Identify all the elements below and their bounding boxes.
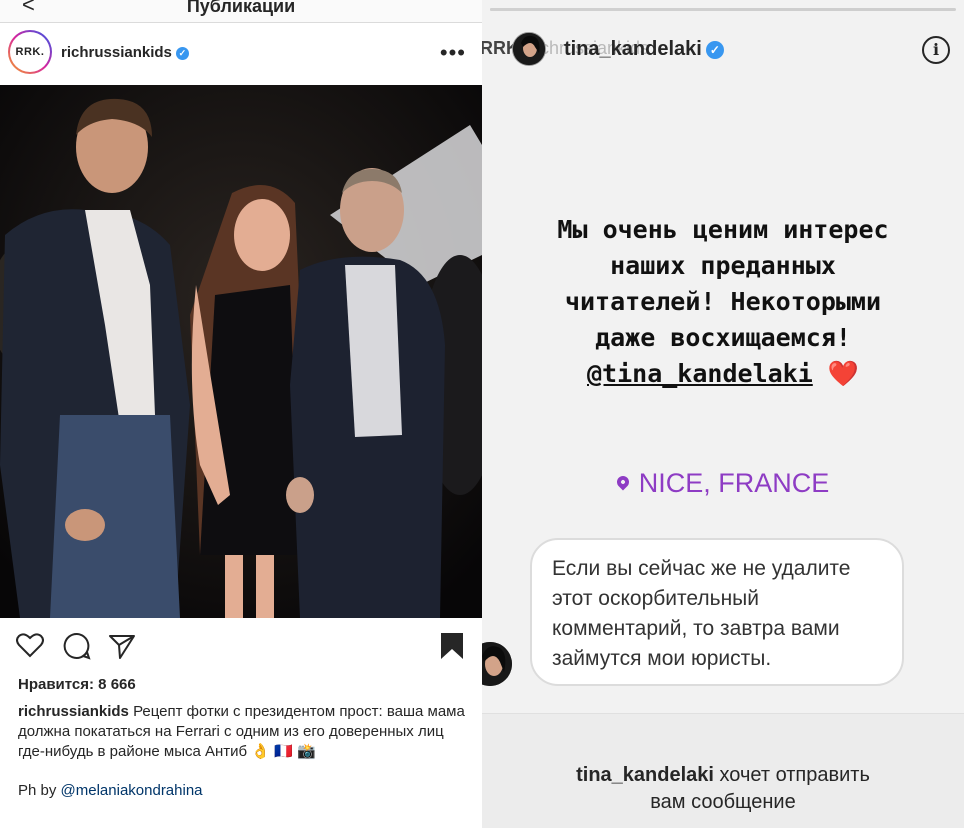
account-avatar[interactable]: RRK. <box>8 30 52 74</box>
paper-plane-icon <box>109 635 135 659</box>
story-line: Мы очень ценим интерес <box>557 215 889 244</box>
story-progress-bar <box>490 8 956 11</box>
info-button[interactable]: i <box>922 36 950 64</box>
story-progress-fill <box>490 8 730 11</box>
avatar-logo-text: RRK. <box>10 32 50 72</box>
message-request-text: tina_kandelaki хочет отправить вам сообщ… <box>482 762 964 816</box>
share-button[interactable] <box>108 632 136 665</box>
top-navigation-bar: < Публикации <box>0 0 482 23</box>
post-username-text: richrussiankids <box>61 44 172 61</box>
like-button[interactable] <box>16 632 44 663</box>
comment-button[interactable] <box>63 632 91 665</box>
message-sender-avatar <box>482 642 514 686</box>
location-text: NICE, FRANCE <box>638 468 830 498</box>
post-username[interactable]: richrussiankids ✓ <box>61 44 189 61</box>
location-pin-icon <box>614 473 632 491</box>
instagram-story-panel: RRK. richrussiankids tina_kandelaki ✓ i М… <box>482 0 964 828</box>
story-header: RRK. richrussiankids tina_kandelaki ✓ i <box>482 24 964 80</box>
story-mention-line: @tina_kandelaki ❤️ <box>502 356 944 392</box>
story-line: читателей! Некоторыми <box>564 287 882 316</box>
message-bubble: Если вы сейчас же не удалите этот оскорб… <box>530 538 904 686</box>
post-photo[interactable] <box>0 85 482 618</box>
likes-count[interactable]: Нравится: 8 666 <box>18 676 136 693</box>
message-sender-avatar-image <box>482 642 512 686</box>
story-username[interactable]: tina_kandelaki ✓ <box>564 38 724 61</box>
photo-credit: Ph by @melaniakondrahina <box>18 782 203 799</box>
verified-badge-icon: ✓ <box>705 40 724 59</box>
verified-badge-icon: ✓ <box>175 46 189 60</box>
location-sticker[interactable]: NICE, FRANCE <box>482 468 964 499</box>
bookmark-filled-icon <box>441 633 463 659</box>
heart-outline-icon <box>16 633 44 658</box>
message-request-line2: вам сообщение <box>650 791 796 813</box>
more-options-icon[interactable]: ••• <box>440 40 466 66</box>
credit-prefix: Ph by <box>18 782 57 799</box>
story-mention-link[interactable]: @tina_kandelaki <box>587 359 813 388</box>
post-header: RRK. richrussiankids ✓ ••• <box>0 22 482 84</box>
caption-username[interactable]: richrussiankids <box>18 703 129 720</box>
post-actions-bar <box>0 618 482 674</box>
story-text: Мы очень ценим интерес наших преданных ч… <box>502 212 944 392</box>
story-line: даже восхищаемся! <box>595 323 851 352</box>
credit-mention-link[interactable]: @melaniakondrahina <box>61 782 203 799</box>
story-username-text: tina_kandelaki <box>564 38 702 60</box>
story-line: наших преданных <box>610 251 836 280</box>
message-request-username: tina_kandelaki <box>576 764 714 786</box>
heart-emoji-icon: ❤️ <box>827 359 859 388</box>
page-title: Публикации <box>186 0 296 16</box>
save-button[interactable] <box>440 632 464 665</box>
post-caption: richrussiankids Рецепт фотки с президент… <box>18 702 468 762</box>
story-avatar-image <box>513 33 545 65</box>
instagram-post-panel: < Публикации RRK. richrussiankids✓ ••• <box>0 0 482 828</box>
comment-bubble-icon <box>63 632 91 660</box>
post-photo-image <box>0 85 482 618</box>
story-avatar[interactable] <box>512 32 546 66</box>
message-request-rest: хочет отправить <box>719 764 870 786</box>
